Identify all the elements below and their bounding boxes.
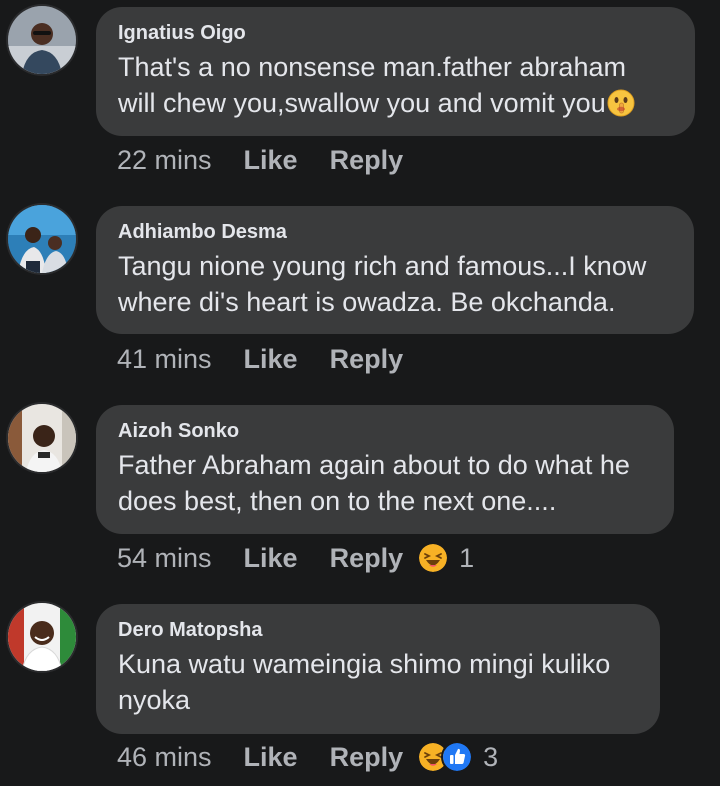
comment-text: Tangu nione young rich and famous...I kn…: [118, 251, 647, 317]
comment-author[interactable]: Dero Matopsha: [118, 618, 638, 642]
comment-actions: 46 mins Like Reply 3: [117, 737, 498, 777]
comment-text-body: That's a no nonsense man.father abraham …: [118, 52, 626, 118]
comment-author[interactable]: Ignatius Oigo: [118, 21, 673, 45]
reply-button[interactable]: Reply: [330, 543, 404, 574]
comment-timestamp[interactable]: 46 mins: [117, 742, 212, 773]
comment: Aizoh Sonko Father Abraham again about t…: [0, 398, 720, 597]
comment-author[interactable]: Adhiambo Desma: [118, 220, 672, 244]
like-button[interactable]: Like: [244, 543, 298, 574]
like-button[interactable]: Like: [244, 742, 298, 773]
comment-timestamp[interactable]: 41 mins: [117, 344, 212, 375]
shushing-face-icon: [607, 89, 635, 117]
comment-timestamp[interactable]: 22 mins: [117, 145, 212, 176]
haha-reaction-icon: [419, 544, 448, 572]
avatar-image: [8, 205, 76, 273]
avatar-image: [8, 603, 76, 671]
reaction-summary[interactable]: 3: [419, 742, 498, 773]
comment: Dero Matopsha Kuna watu wameingia shimo …: [0, 597, 720, 786]
comment: Adhiambo Desma Tangu nione young rich an…: [0, 199, 720, 398]
comment-bubble: Adhiambo Desma Tangu nione young rich an…: [96, 206, 694, 334]
like-button[interactable]: Like: [244, 344, 298, 375]
comment-bubble: Ignatius Oigo That's a no nonsense man.f…: [96, 7, 695, 136]
comment-text: Kuna watu wameingia shimo mingi kuliko n…: [118, 649, 611, 715]
avatar[interactable]: [8, 205, 76, 273]
like-reaction-icon: [443, 743, 472, 771]
comment-actions: 22 mins Like Reply: [117, 140, 403, 180]
comment-timestamp[interactable]: 54 mins: [117, 543, 212, 574]
reply-button[interactable]: Reply: [330, 344, 404, 375]
comment-text: Father Abraham again about to do what he…: [118, 450, 630, 516]
reaction-count: 1: [459, 542, 475, 573]
like-button[interactable]: Like: [244, 145, 298, 176]
reaction-count: 3: [483, 741, 499, 772]
comment: Ignatius Oigo That's a no nonsense man.f…: [0, 0, 720, 199]
avatar[interactable]: [8, 6, 76, 74]
comment-actions: 54 mins Like Reply 1: [117, 538, 474, 578]
comment-bubble: Dero Matopsha Kuna watu wameingia shimo …: [96, 604, 660, 734]
comment-list: Ignatius Oigo That's a no nonsense man.f…: [0, 0, 720, 786]
reply-button[interactable]: Reply: [330, 742, 404, 773]
comment-bubble: Aizoh Sonko Father Abraham again about t…: [96, 405, 674, 534]
reply-button[interactable]: Reply: [330, 145, 404, 176]
comment-text: That's a no nonsense man.father abraham …: [118, 49, 673, 121]
avatar-image: [8, 6, 76, 74]
avatar[interactable]: [8, 603, 76, 671]
avatar-image: [8, 404, 76, 472]
reaction-summary[interactable]: 1: [419, 543, 474, 574]
avatar[interactable]: [8, 404, 76, 472]
comment-actions: 41 mins Like Reply: [117, 339, 403, 379]
comment-author[interactable]: Aizoh Sonko: [118, 419, 652, 443]
